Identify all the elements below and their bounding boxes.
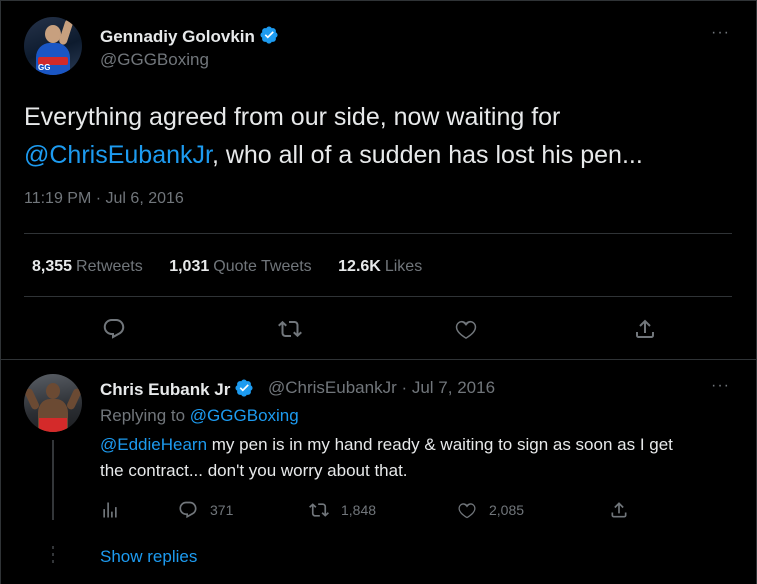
share-icon: [636, 319, 654, 338]
heart-icon: [458, 503, 476, 519]
avatar-trunks: [39, 418, 67, 432]
share-icon: [611, 502, 627, 518]
more-options-icon[interactable]: ···: [711, 24, 730, 42]
like-count: 2,085: [489, 502, 525, 518]
verified-badge-icon: [260, 26, 278, 44]
author-name-row[interactable]: Gennadiy Golovkin: [100, 25, 279, 47]
reply-icon: [179, 501, 197, 519]
tweet-text: Everything agreed from our side, now wai…: [24, 98, 734, 174]
retweet-icon: [309, 503, 329, 517]
tweet-text-part1: Everything agreed from our side, now wai…: [24, 103, 561, 131]
reply-meta[interactable]: @ChrisEubankJr · Jul 7, 2016: [268, 378, 495, 398]
reply-avatar[interactable]: [24, 374, 82, 432]
retweet-count: 1,848: [341, 502, 377, 518]
analytics-icon: [103, 502, 117, 518]
more-options-icon[interactable]: ···: [711, 377, 730, 395]
tweet-stats: 8,355 Retweets 1,031 Quote Tweets 12.6K Lik…: [32, 258, 444, 276]
stat-likes[interactable]: 12.6K Likes: [338, 258, 422, 276]
avatar-head: [46, 383, 60, 399]
author-handle[interactable]: @GGGBoxing: [100, 50, 209, 70]
reply-button[interactable]: [100, 315, 128, 343]
reply-text-line1: my pen is in my hand ready & waiting to …: [207, 435, 673, 454]
analytics-button[interactable]: [100, 496, 132, 524]
reply-count: 371: [210, 502, 234, 518]
reply-icon: [103, 319, 125, 339]
divider: [24, 233, 732, 234]
avatar-head: [45, 25, 61, 43]
share-button[interactable]: [609, 496, 641, 524]
reply-author-name[interactable]: Chris Eubank Jr: [100, 380, 230, 399]
retweet-icon: [278, 320, 302, 338]
replying-to: Replying to @GGGBoxing: [100, 406, 299, 426]
main-tweet: GG Gennadiy Golovkin @GGGBoxing ··· Ever…: [0, 0, 757, 360]
retweet-button[interactable]: [276, 315, 304, 343]
replying-to-prefix: Replying to: [100, 406, 186, 425]
avatar-arm-right: [65, 387, 82, 411]
reply-text: @EddieHearn my pen is in my hand ready &…: [100, 432, 730, 484]
heart-icon: [455, 320, 477, 339]
show-replies-link[interactable]: Show replies: [100, 547, 197, 567]
mention-link[interactable]: @ChrisEubankJr: [24, 141, 212, 169]
verified-badge-icon: [235, 379, 253, 397]
stat-quote-tweets[interactable]: 1,031 Quote Tweets: [169, 258, 311, 276]
avatar-logo-text: GG: [38, 63, 51, 72]
reply-author-name-row[interactable]: Chris Eubank Jr: [100, 378, 254, 400]
reply-button[interactable]: 371: [178, 496, 233, 524]
like-button[interactable]: [452, 315, 480, 343]
like-button[interactable]: 2,085: [457, 496, 524, 524]
reply-text-line2: the contract... don't you worry about th…: [100, 461, 408, 480]
section-divider: [0, 359, 757, 360]
avatar[interactable]: GG: [24, 17, 82, 75]
stat-retweets[interactable]: 8,355 Retweets: [32, 258, 143, 276]
author-name[interactable]: Gennadiy Golovkin: [100, 27, 255, 46]
tweet-text-part2: , who all of a sudden has lost his pen..…: [211, 141, 643, 169]
tweet-timestamp[interactable]: 11:19 PM · Jul 6, 2016: [24, 190, 184, 208]
share-button[interactable]: [631, 315, 659, 343]
retweet-button[interactable]: 1,848: [309, 496, 376, 524]
thread-dots: [52, 546, 54, 566]
divider: [24, 296, 732, 297]
replying-to-handle[interactable]: @GGGBoxing: [190, 406, 299, 425]
thread-line: [52, 440, 54, 520]
reply-mention-link[interactable]: @EddieHearn: [100, 435, 207, 454]
